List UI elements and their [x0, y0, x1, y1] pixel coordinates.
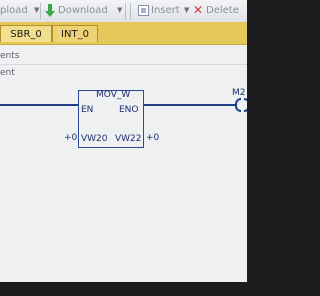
rung-right-wire — [143, 104, 236, 106]
block-name: MOV_W — [96, 90, 131, 100]
tab-int-0[interactable]: INT_0 — [52, 25, 98, 42]
delete-button[interactable]: Delete — [206, 5, 239, 16]
download-arrow-icon — [45, 4, 55, 17]
insert-button[interactable]: Insert — [151, 5, 180, 16]
coil-icon-right — [244, 98, 247, 112]
toolbar: pload ▼ Download ▼ Insert ▼ ✕ Delete — [0, 0, 247, 23]
in-prefix-label: +0 — [64, 133, 78, 143]
toolbar-separator — [40, 3, 41, 19]
divider — [0, 64, 247, 65]
mov-w-function-block[interactable]: MOV_W EN ENO VW20 VW22 — [78, 90, 144, 148]
coil-address-label: M2 — [232, 88, 246, 98]
eno-pin-label: ENO — [119, 105, 139, 115]
tab-sbr-0[interactable]: SBR_0 — [0, 25, 52, 42]
screen-bezel-bottom — [0, 282, 247, 296]
out-pin-label: VW22 — [115, 134, 142, 144]
insert-icon — [138, 5, 149, 16]
en-pin-label: EN — [81, 105, 94, 115]
download-button[interactable]: Download — [58, 5, 108, 16]
insert-dropdown-icon[interactable]: ▼ — [184, 6, 189, 14]
upload-button[interactable]: pload — [0, 5, 28, 16]
rung-left-wire — [0, 104, 79, 106]
in-pin-label: VW20 — [81, 134, 108, 144]
download-dropdown-icon[interactable]: ▼ — [117, 6, 122, 14]
toolbar-separator — [125, 3, 126, 19]
plc-editor-screen: pload ▼ Download ▼ Insert ▼ ✕ Delete SBR… — [0, 0, 247, 296]
program-tab-bar: SBR_0 INT_0 — [0, 22, 247, 45]
out-prefix-label: +0 — [146, 133, 160, 143]
coil-icon[interactable] — [235, 98, 241, 112]
network-title-label: ent — [0, 68, 15, 78]
upload-dropdown-icon[interactable]: ▼ — [34, 6, 39, 14]
toolbar-separator — [130, 3, 131, 19]
delete-x-icon: ✕ — [193, 3, 204, 17]
network-comment-label: ents — [0, 51, 20, 61]
